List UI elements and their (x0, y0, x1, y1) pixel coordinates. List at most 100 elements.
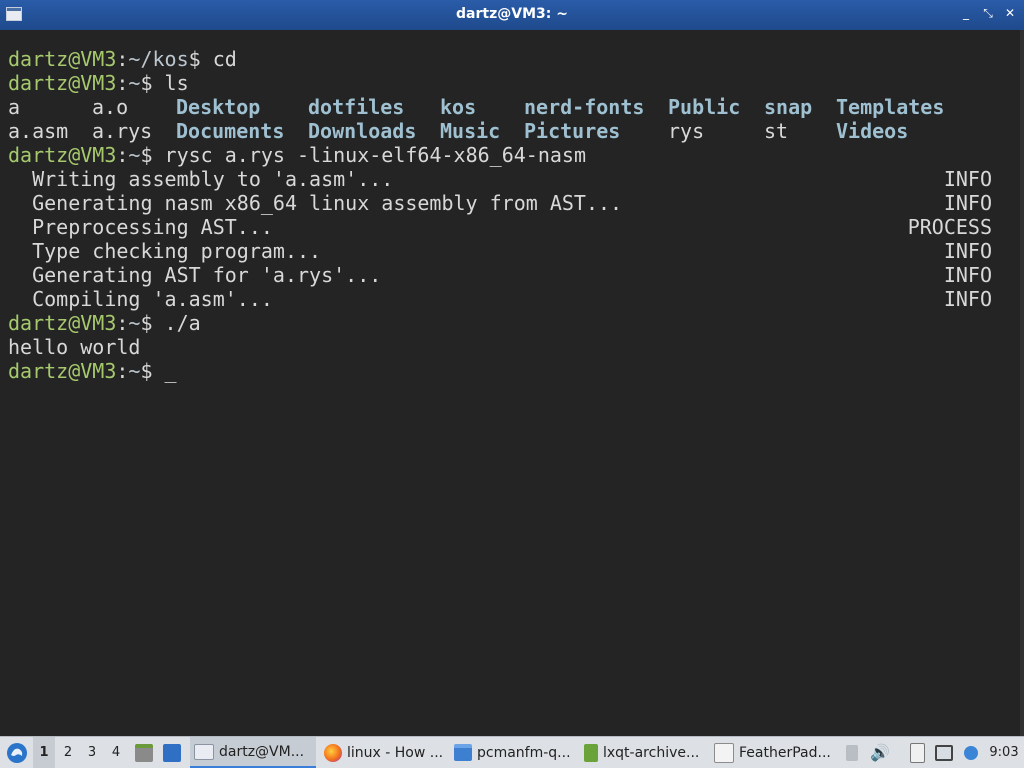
tray-volume[interactable]: 🔊 (869, 737, 891, 768)
desktop-switch-1[interactable]: 1 (33, 737, 55, 768)
log-message: Writing assembly to 'a.asm'... (8, 167, 394, 191)
prompt-path: ~ (128, 311, 141, 335)
ls-dir: Downloads (308, 119, 417, 143)
ls-dir: Pictures (524, 119, 621, 143)
show-desktop-button[interactable] (161, 737, 183, 768)
log-line: Type checking program... INFO (8, 239, 992, 263)
tray-clipboard[interactable] (906, 737, 928, 768)
task-terminal[interactable]: dartz@VM... (190, 737, 316, 768)
quicklaunch-files[interactable] (133, 737, 155, 768)
restore-button[interactable]: ⤡ (980, 6, 996, 21)
ls-dir: snap (764, 95, 813, 119)
prompt-path: ~ (128, 359, 141, 383)
task-featherpad[interactable]: FeatherPad... (710, 737, 840, 768)
prompt-line: dartz@VM3:~/kos$ cd (8, 47, 237, 71)
prompt-user: dartz@VM3 (8, 71, 117, 95)
log-line: Preprocessing AST... PROCESS (8, 215, 992, 239)
task-label: linux - How ... (347, 744, 444, 761)
command-text: ./a (152, 311, 201, 335)
ls-dir: Desktop (176, 95, 261, 119)
featherpad-icon (714, 742, 734, 763)
desktop-switch-3[interactable]: 3 (81, 737, 103, 768)
prompt-path: ~ (128, 71, 141, 95)
lxqt-logo-icon (7, 742, 27, 763)
log-level: INFO (943, 191, 992, 215)
task-label: FeatherPad... (739, 744, 831, 761)
ls-file: a.o (92, 95, 129, 119)
window-title: dartz@VM3: ~ (456, 6, 568, 22)
desktop-switch-2[interactable]: 2 (57, 737, 79, 768)
desktop-icon (163, 743, 181, 762)
cursor: _ (152, 359, 177, 383)
terminal-icon (194, 743, 214, 760)
removable-media-icon (846, 744, 858, 761)
prompt-user: dartz@VM3 (8, 359, 117, 383)
log-message: Generating nasm x86_64 linux assembly fr… (8, 191, 623, 215)
prompt-user: dartz@VM3 (8, 311, 117, 335)
main-menu-button[interactable] (4, 737, 30, 768)
log-level: INFO (943, 239, 992, 263)
clock[interactable]: 9:03 (986, 737, 1022, 768)
log-message: Generating AST for 'a.rys'... (8, 263, 382, 287)
prompt-path: ~/kos (128, 47, 189, 71)
ls-file: a.asm (8, 119, 69, 143)
ls-dir: Music (440, 119, 501, 143)
ls-output-row: a.asm a.rys Documents Downloads Music Pi… (8, 119, 992, 143)
task-file-manager[interactable]: pcmanfm-q... (450, 737, 580, 768)
ls-file: st (764, 119, 789, 143)
log-level: INFO (943, 263, 992, 287)
program-output: hello world (8, 335, 141, 359)
log-message: Preprocessing AST... (8, 215, 273, 239)
ls-dir: nerd-fonts (524, 95, 645, 119)
archive-icon (584, 743, 598, 762)
folder-icon (454, 744, 472, 761)
task-label: dartz@VM... (219, 743, 305, 760)
minimize-button[interactable]: _ (958, 6, 974, 20)
tray-eject[interactable] (841, 737, 863, 768)
task-label: pcmanfm-q... (477, 744, 571, 761)
ls-dir: kos (440, 95, 477, 119)
log-line: Compiling 'a.asm'... INFO (8, 287, 992, 311)
firefox-icon (324, 743, 342, 762)
command-text: cd (200, 47, 237, 71)
tray-network[interactable] (933, 737, 955, 768)
command-text: rysc a.rys -linux-elf64-x86_64-nasm (152, 143, 586, 167)
task-label: lxqt-archive... (603, 744, 700, 761)
network-icon (935, 744, 953, 761)
title-bar[interactable]: dartz@VM3: ~ _ ⤡ ✕ (0, 0, 1024, 30)
tray-updates[interactable] (960, 737, 982, 768)
terminal-output[interactable]: dartz@VM3:~/kos$ cd dartz@VM3:~$ ls a a.… (0, 30, 1024, 736)
update-notifier-icon (964, 745, 978, 760)
ls-dir: dotfiles (308, 95, 405, 119)
ls-file: a.rys (92, 119, 153, 143)
current-prompt-line[interactable]: dartz@VM3:~$ _ (8, 359, 992, 383)
prompt-line: dartz@VM3:~$ ls (8, 71, 189, 95)
ls-dir: Videos (836, 119, 909, 143)
log-level: INFO (943, 287, 992, 311)
ls-output-row: a a.o Desktop dotfiles kos nerd-fonts Pu… (8, 95, 992, 119)
terminal-window: dartz@VM3: ~ _ ⤡ ✕ dartz@VM3:~/kos$ cd d… (0, 0, 1024, 736)
log-line: Generating nasm x86_64 linux assembly fr… (8, 191, 992, 215)
ls-file: rys (668, 119, 705, 143)
log-message: Compiling 'a.asm'... (8, 287, 273, 311)
log-line: Writing assembly to 'a.asm'... INFO (8, 167, 992, 191)
prompt-user: dartz@VM3 (8, 143, 117, 167)
log-message: Type checking program... (8, 239, 322, 263)
ls-dir: Templates (836, 95, 945, 119)
terminal-scrollbar[interactable] (1020, 30, 1024, 736)
log-line: Generating AST for 'a.rys'... INFO (8, 263, 992, 287)
prompt-path: ~ (128, 143, 141, 167)
task-firefox[interactable]: linux - How ... (320, 737, 450, 768)
prompt-line: dartz@VM3:~$ ./a (8, 311, 201, 335)
command-text: ls (152, 71, 189, 95)
ls-file: a (8, 95, 21, 119)
prompt-user: dartz@VM3 (8, 47, 117, 71)
close-button[interactable]: ✕ (1002, 6, 1018, 20)
log-level: INFO (943, 167, 992, 191)
task-archiver[interactable]: lxqt-archive... (580, 737, 710, 768)
file-manager-icon (135, 743, 153, 762)
ls-dir: Documents (176, 119, 285, 143)
taskbar: 1 2 3 4 dartz@VM... linux - How ... pcma… (0, 736, 1024, 768)
desktop-switch-4[interactable]: 4 (105, 737, 127, 768)
log-level: PROCESS (907, 215, 992, 239)
